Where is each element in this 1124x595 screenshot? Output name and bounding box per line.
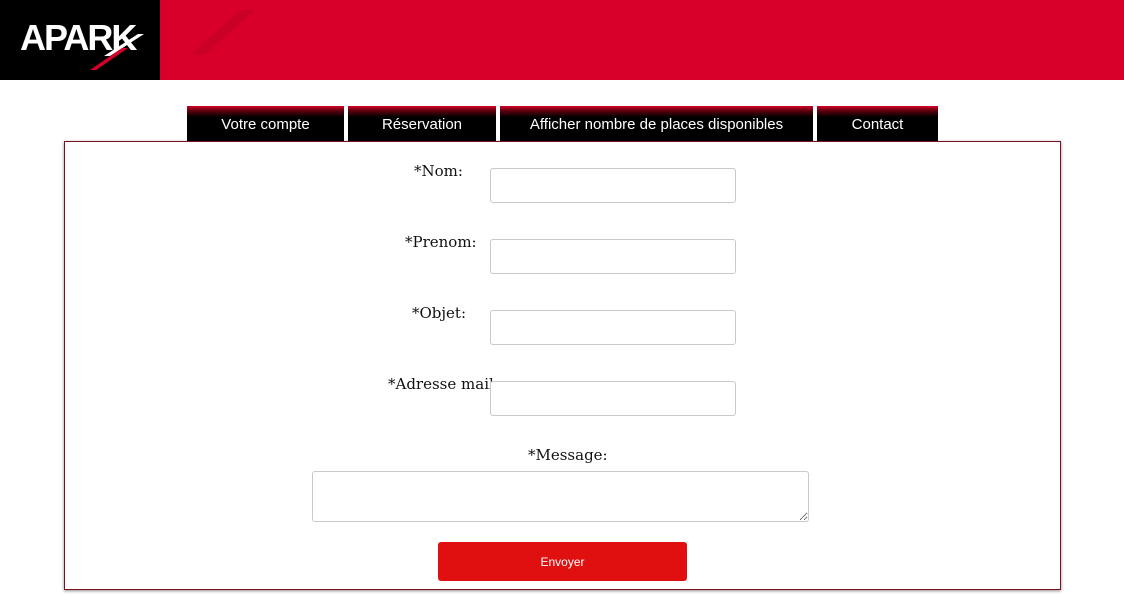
prenom-input[interactable] — [490, 239, 736, 274]
header-watermark — [190, 10, 255, 55]
prenom-label: *Prenom: — [405, 233, 477, 251]
nom-input[interactable] — [490, 168, 736, 203]
nav-reservation[interactable]: Réservation — [348, 106, 496, 141]
header-banner: APARK — [0, 0, 1124, 80]
message-textarea[interactable] — [312, 471, 809, 522]
objet-label: *Objet: — [412, 304, 467, 322]
objet-input[interactable] — [490, 310, 736, 345]
email-input[interactable] — [490, 381, 736, 416]
envoyer-button[interactable]: Envoyer — [438, 542, 687, 581]
nav-votre-compte[interactable]: Votre compte — [187, 106, 344, 141]
message-label: *Message: — [528, 446, 608, 464]
nom-label: *Nom: — [414, 162, 463, 180]
logo[interactable]: APARK — [0, 0, 160, 80]
nav-contact[interactable]: Contact — [817, 106, 938, 141]
contact-form-panel: *Nom: *Prenom: *Objet: *Adresse mail: *M… — [64, 141, 1061, 590]
nav-places-disponibles[interactable]: Afficher nombre de places disponibles — [500, 106, 813, 141]
email-label: *Adresse mail: — [388, 375, 499, 393]
logo-slash-icon — [90, 34, 144, 70]
